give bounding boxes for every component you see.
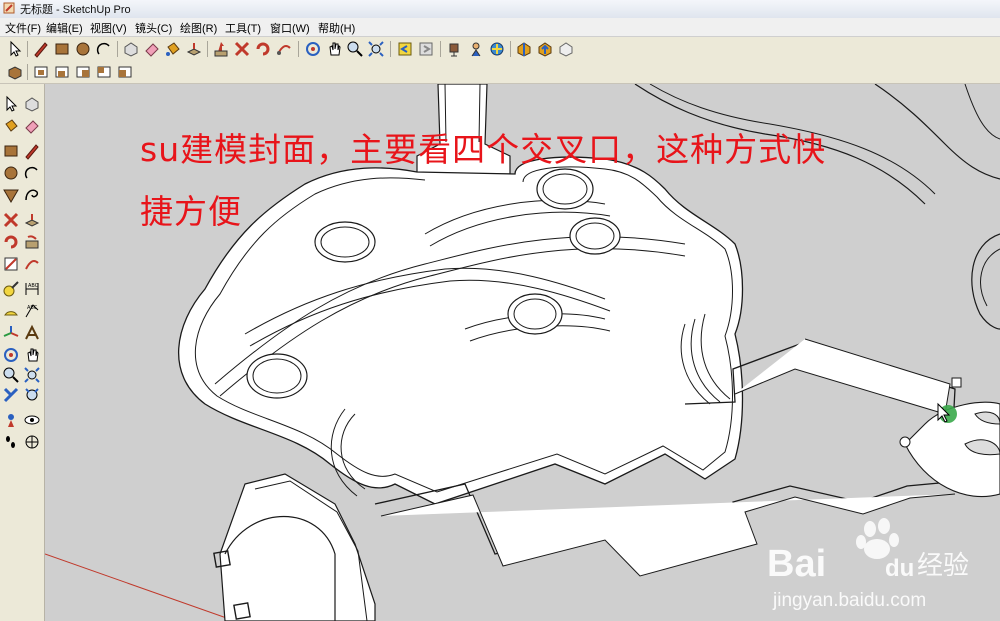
toolbar-separator	[207, 41, 208, 57]
left-view-icon[interactable]	[116, 63, 134, 81]
make-component-icon[interactable]	[122, 40, 140, 58]
make-component-icon[interactable]	[23, 95, 41, 113]
rectangle-icon[interactable]	[2, 142, 20, 160]
baidu-paw-logo: Bai du 经验 jingyan.baidu.com	[767, 518, 969, 611]
zoom-extents-icon[interactable]	[2, 386, 20, 404]
menu-file[interactable]: 文件(F)	[5, 20, 41, 36]
polygon-icon[interactable]	[2, 186, 20, 204]
eraser-icon[interactable]	[143, 40, 161, 58]
section-plane-icon[interactable]	[23, 433, 41, 451]
walk-icon[interactable]	[488, 40, 506, 58]
toolbar-separator	[298, 41, 299, 57]
right-view-icon[interactable]	[74, 63, 92, 81]
rectangle-icon[interactable]	[53, 40, 71, 58]
follow-me-icon[interactable]	[254, 40, 272, 58]
push-pull-icon[interactable]	[185, 40, 203, 58]
front-view-icon[interactable]	[53, 63, 71, 81]
toolbar-separator	[510, 41, 511, 57]
rotate-icon[interactable]	[2, 233, 20, 251]
paint-bucket-icon[interactable]	[164, 40, 182, 58]
menu-help[interactable]: 帮助(H)	[318, 20, 355, 36]
zoom-window-icon[interactable]	[23, 366, 41, 384]
menu-camera[interactable]: 镜头(C)	[135, 20, 172, 36]
main-toolbar	[0, 37, 1000, 62]
line-icon[interactable]	[23, 142, 41, 160]
model-viewport[interactable]: su建模封面，主要看四个交叉口，这种方式快 捷方便 Bai du 经验 jing…	[45, 84, 1000, 621]
toolbar-separator	[27, 64, 28, 80]
iso-view-icon[interactable]	[6, 63, 24, 81]
axes-icon[interactable]	[2, 324, 20, 342]
select-icon[interactable]	[6, 40, 24, 58]
toolbar-separator	[27, 41, 28, 57]
tape-measure-icon[interactable]	[2, 280, 20, 298]
circle-icon[interactable]	[2, 164, 20, 182]
circle-icon[interactable]	[74, 40, 92, 58]
toolbar-separator	[117, 41, 118, 57]
3d-text-icon[interactable]	[23, 324, 41, 342]
get-models-icon[interactable]	[515, 40, 533, 58]
menu-tools[interactable]: 工具(T)	[225, 20, 261, 36]
previous-view-icon[interactable]	[23, 386, 41, 404]
watermark-product: 经验	[917, 551, 969, 581]
menu-bar: 文件(F) 编辑(E) 视图(V) 镜头(C) 绘图(R) 工具(T) 窗口(W…	[0, 18, 1000, 37]
paint-bucket-icon[interactable]	[2, 117, 20, 135]
push-pull-icon[interactable]	[23, 211, 41, 229]
scale-icon[interactable]	[2, 255, 20, 273]
components-icon[interactable]	[557, 40, 575, 58]
zoom-icon[interactable]	[2, 366, 20, 384]
freehand-icon[interactable]	[23, 186, 41, 204]
pan-icon[interactable]	[325, 40, 343, 58]
previous-view-icon[interactable]	[396, 40, 414, 58]
toolbar-separator	[390, 41, 391, 57]
annotation-text: su建模封面，主要看四个交叉口，这种方式快 捷方便	[140, 119, 826, 243]
move-icon[interactable]	[2, 211, 20, 229]
text-icon[interactable]: ABC	[23, 302, 41, 320]
look-around-icon[interactable]	[467, 40, 485, 58]
svg-text:ABC: ABC	[28, 283, 39, 289]
annotation-line-2: 捷方便	[140, 192, 242, 231]
red-axis-line	[45, 553, 236, 621]
watermark-brand: Bai	[767, 543, 826, 585]
eraser-icon[interactable]	[23, 117, 41, 135]
protractor-icon[interactable]	[2, 302, 20, 320]
back-view-icon[interactable]	[95, 63, 113, 81]
rotate-icon[interactable]	[233, 40, 251, 58]
position-camera-icon[interactable]	[2, 411, 20, 429]
pan-icon[interactable]	[23, 346, 41, 364]
dimension-icon[interactable]: ABC	[23, 280, 41, 298]
views-toolbar	[0, 61, 1000, 84]
zoom-icon[interactable]	[346, 40, 364, 58]
menu-draw[interactable]: 绘图(R)	[180, 20, 217, 36]
arc-icon[interactable]	[23, 164, 41, 182]
baidu-watermark: Bai du 经验 jingyan.baidu.com	[767, 514, 997, 614]
orbit-icon[interactable]	[2, 346, 20, 364]
watermark-brand-du: du	[885, 555, 914, 582]
arc-icon[interactable]	[95, 40, 113, 58]
menu-edit[interactable]: 编辑(E)	[46, 20, 83, 36]
share-model-icon[interactable]	[536, 40, 554, 58]
position-camera-icon[interactable]	[446, 40, 464, 58]
menu-window[interactable]: 窗口(W)	[270, 20, 310, 36]
walk-icon[interactable]	[2, 433, 20, 451]
orbit-icon[interactable]	[304, 40, 322, 58]
look-around-icon[interactable]	[23, 411, 41, 429]
select-icon[interactable]	[2, 95, 20, 113]
top-view-icon[interactable]	[32, 63, 50, 81]
menu-view[interactable]: 视图(V)	[90, 20, 127, 36]
next-view-icon[interactable]	[417, 40, 435, 58]
move-icon[interactable]	[212, 40, 230, 58]
follow-me-icon[interactable]	[23, 233, 41, 251]
toolbar-separator	[440, 41, 441, 57]
watermark-url: jingyan.baidu.com	[772, 590, 926, 611]
svg-text:ABC: ABC	[27, 305, 38, 311]
sketchup-app-icon	[3, 2, 15, 14]
zoom-extents-icon[interactable]	[367, 40, 385, 58]
left-toolbar: ABC ABC	[0, 84, 45, 621]
title-bar: 无标题 - SketchUp Pro	[0, 0, 1000, 19]
annotation-line-1: su建模封面，主要看四个交叉口，这种方式快	[140, 130, 827, 169]
offset-icon[interactable]	[23, 255, 41, 273]
window-title: 无标题 - SketchUp Pro	[20, 4, 131, 16]
scale-icon[interactable]	[275, 40, 293, 58]
pencil-icon[interactable]	[32, 40, 50, 58]
